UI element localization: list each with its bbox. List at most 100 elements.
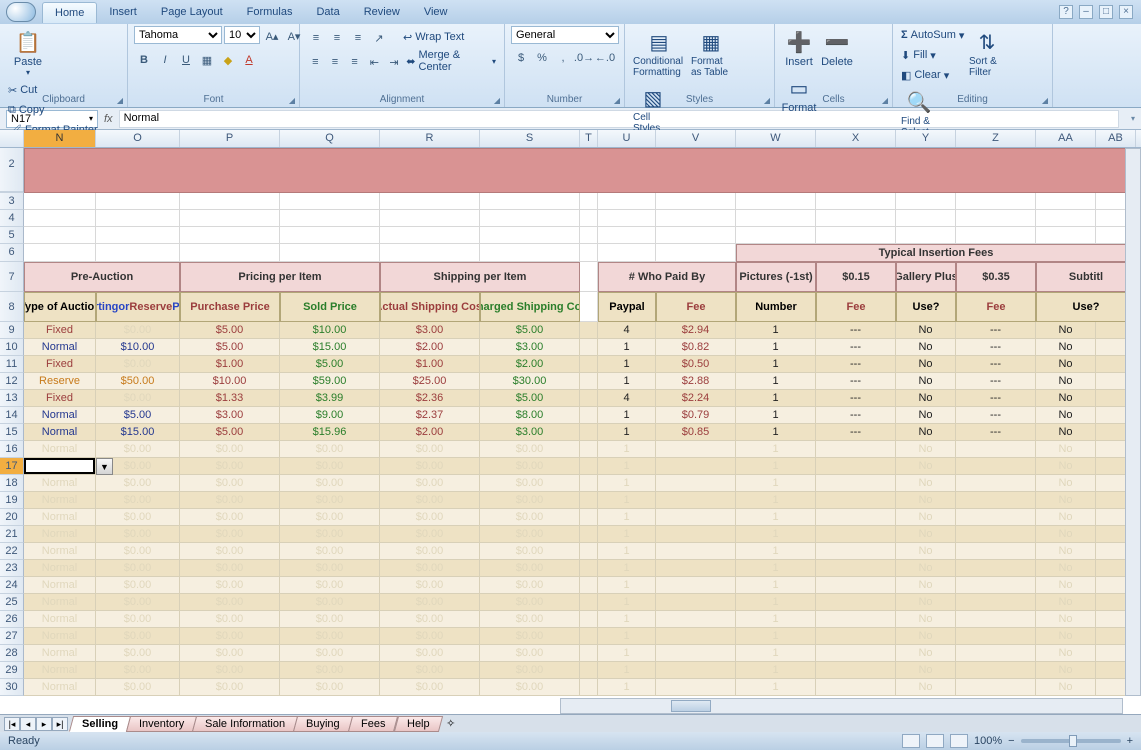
data-cell[interactable]: --- xyxy=(816,407,896,424)
data-cell[interactable]: Fixed xyxy=(24,356,96,373)
cell[interactable] xyxy=(96,227,180,244)
indent-inc-button[interactable]: ⇥ xyxy=(385,52,404,72)
column-header-P[interactable]: P xyxy=(180,130,280,147)
zoom-slider[interactable] xyxy=(1021,739,1121,743)
data-cell[interactable]: $0.00 xyxy=(380,475,480,492)
data-cell[interactable] xyxy=(656,628,736,645)
page-break-view-button[interactable] xyxy=(950,734,968,748)
data-cell[interactable]: $0.00 xyxy=(280,526,380,543)
zoom-in-button[interactable]: + xyxy=(1127,735,1133,747)
data-cell[interactable]: No xyxy=(1036,594,1096,611)
cell[interactable] xyxy=(180,227,280,244)
data-cell[interactable]: 1 xyxy=(736,543,816,560)
sheet-tab-fees[interactable]: Fees xyxy=(348,716,399,732)
merge-center-button[interactable]: ⬌Merge & Center ▾ xyxy=(404,52,498,70)
data-cell[interactable]: $3.99 xyxy=(280,390,380,407)
data-cell[interactable]: No xyxy=(896,441,956,458)
data-cell[interactable]: $0.82 xyxy=(656,339,736,356)
data-cell[interactable]: $0.00 xyxy=(280,441,380,458)
sheet-tab-buying[interactable]: Buying xyxy=(293,716,353,732)
tab-review[interactable]: Review xyxy=(352,2,412,23)
restore-icon[interactable]: □ xyxy=(1099,5,1113,19)
data-cell[interactable] xyxy=(580,424,598,441)
data-cell[interactable] xyxy=(816,492,896,509)
data-cell[interactable]: 1 xyxy=(736,441,816,458)
data-cell[interactable]: $3.00 xyxy=(180,407,280,424)
data-cell[interactable] xyxy=(580,662,598,679)
data-cell[interactable]: $0.00 xyxy=(380,611,480,628)
data-cell[interactable]: $0.00 xyxy=(380,594,480,611)
cell[interactable] xyxy=(280,227,380,244)
data-cell[interactable]: --- xyxy=(816,424,896,441)
data-cell[interactable]: $0.00 xyxy=(280,509,380,526)
data-cell[interactable]: Fixed xyxy=(24,322,96,339)
data-cell[interactable]: $0.00 xyxy=(96,526,180,543)
data-cell[interactable]: No xyxy=(896,475,956,492)
data-cell[interactable] xyxy=(580,611,598,628)
font-size-select[interactable]: 10 xyxy=(224,26,260,44)
data-cell[interactable]: $0.00 xyxy=(280,577,380,594)
data-cell[interactable]: $0.50 xyxy=(656,356,736,373)
data-cell[interactable] xyxy=(580,373,598,390)
data-cell[interactable]: $0.00 xyxy=(480,611,580,628)
data-cell[interactable]: $0.00 xyxy=(96,679,180,696)
data-cell[interactable]: 1 xyxy=(598,475,656,492)
data-cell[interactable] xyxy=(956,475,1036,492)
data-cell[interactable]: $30.00 xyxy=(480,373,580,390)
cell[interactable] xyxy=(816,210,896,227)
column-header-N[interactable]: N xyxy=(24,130,96,147)
cell[interactable] xyxy=(580,210,598,227)
data-cell[interactable]: $1.00 xyxy=(380,356,480,373)
align-middle-button[interactable]: ≡ xyxy=(327,28,347,48)
data-cell[interactable]: --- xyxy=(956,390,1036,407)
data-cell[interactable]: Normal xyxy=(24,628,96,645)
data-cell[interactable]: No xyxy=(1036,373,1096,390)
data-cell[interactable]: --- xyxy=(956,356,1036,373)
data-cell[interactable]: $0.00 xyxy=(180,492,280,509)
data-cell[interactable]: $0.00 xyxy=(380,577,480,594)
data-cell[interactable] xyxy=(816,509,896,526)
align-top-button[interactable]: ≡ xyxy=(306,28,326,48)
cell[interactable] xyxy=(736,193,816,210)
data-cell[interactable]: $10.00 xyxy=(280,322,380,339)
data-cell[interactable]: $0.00 xyxy=(480,594,580,611)
data-cell[interactable]: No xyxy=(1036,662,1096,679)
data-cell[interactable]: $0.79 xyxy=(656,407,736,424)
data-cell[interactable] xyxy=(580,339,598,356)
data-cell[interactable]: $0.00 xyxy=(380,560,480,577)
data-cell[interactable] xyxy=(580,577,598,594)
data-cell[interactable] xyxy=(816,526,896,543)
data-cell[interactable] xyxy=(816,679,896,696)
align-center-button[interactable]: ≡ xyxy=(326,52,345,72)
data-cell[interactable]: $0.00 xyxy=(180,543,280,560)
zoom-percent[interactable]: 100% xyxy=(974,735,1002,747)
data-cell[interactable] xyxy=(656,679,736,696)
data-cell[interactable]: 1 xyxy=(736,339,816,356)
data-cell[interactable]: $0.00 xyxy=(180,679,280,696)
insert-cells-button[interactable]: ➕Insert xyxy=(781,26,817,70)
data-cell[interactable] xyxy=(656,594,736,611)
data-cell[interactable]: $0.00 xyxy=(180,662,280,679)
data-cell[interactable]: 1 xyxy=(598,611,656,628)
data-cell[interactable]: $15.00 xyxy=(280,339,380,356)
data-cell[interactable]: No xyxy=(896,458,956,475)
column-header-R[interactable]: R xyxy=(380,130,480,147)
data-cell[interactable]: No xyxy=(896,373,956,390)
cell[interactable] xyxy=(816,193,896,210)
data-cell[interactable]: No xyxy=(896,628,956,645)
data-cell[interactable]: No xyxy=(896,560,956,577)
data-cell[interactable]: $2.36 xyxy=(380,390,480,407)
data-cell[interactable]: $50.00 xyxy=(96,373,180,390)
data-cell[interactable] xyxy=(816,594,896,611)
data-cell[interactable]: $3.00 xyxy=(480,424,580,441)
minimize-icon[interactable]: – xyxy=(1079,5,1093,19)
data-cell[interactable]: $0.00 xyxy=(480,458,580,475)
grow-font-button[interactable]: A▴ xyxy=(262,26,282,46)
data-cell[interactable] xyxy=(580,526,598,543)
cell[interactable] xyxy=(956,193,1036,210)
data-cell[interactable]: $0.00 xyxy=(96,543,180,560)
data-cell[interactable]: $0.00 xyxy=(480,509,580,526)
data-cell[interactable]: $0.00 xyxy=(180,628,280,645)
font-name-select[interactable]: Tahoma xyxy=(134,26,222,44)
help-icon[interactable]: ? xyxy=(1059,5,1073,19)
